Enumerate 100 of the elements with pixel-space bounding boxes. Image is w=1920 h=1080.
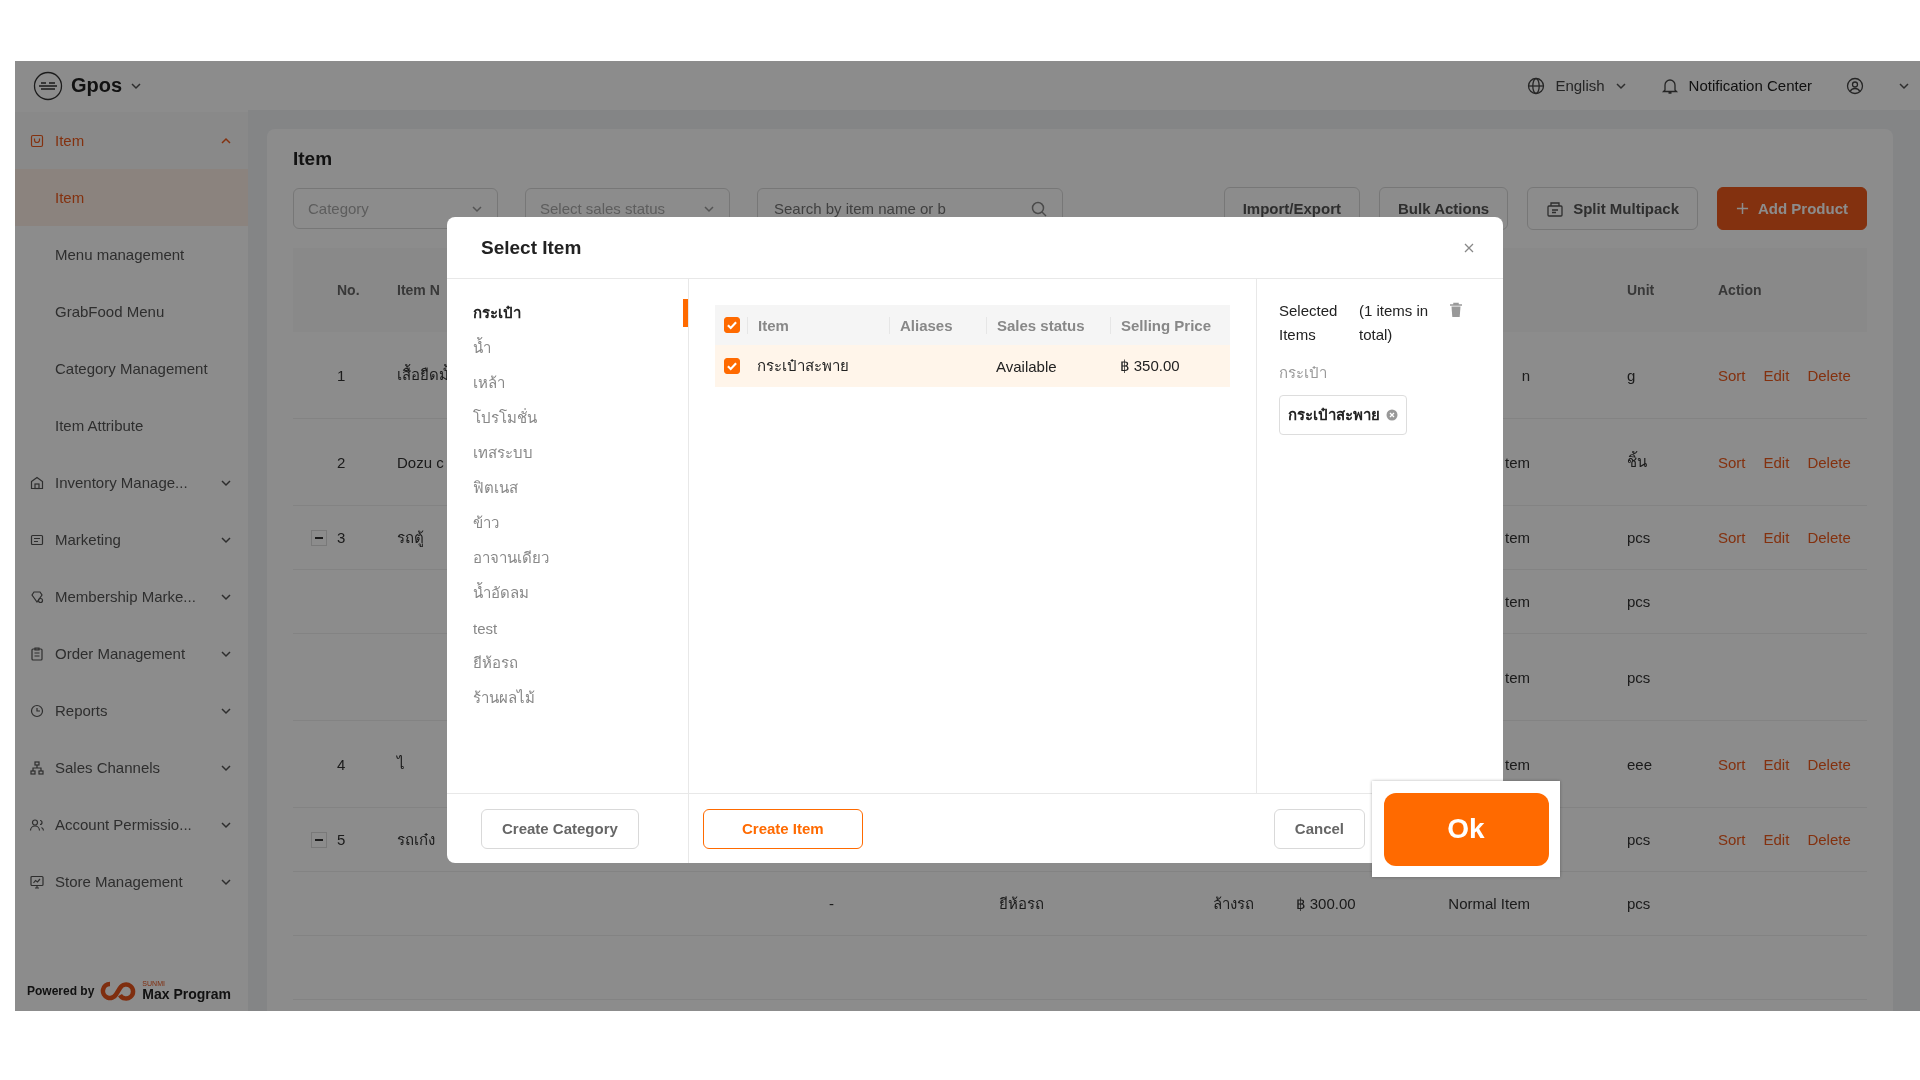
- brand-name[interactable]: Gpos: [71, 74, 123, 97]
- sidebar-group[interactable]: Account Permissio...: [15, 796, 248, 853]
- column-header: Item N: [397, 282, 440, 298]
- plus-icon: [1736, 202, 1749, 215]
- column-header: No.: [336, 282, 360, 298]
- table-cell: Dozu c: [397, 453, 444, 471]
- category-item[interactable]: ข้าว: [447, 509, 688, 537]
- globe-icon[interactable]: [1527, 76, 1546, 95]
- table-cell-text: ชิ้น: [1627, 450, 1647, 472]
- logo-icon: [33, 70, 63, 101]
- sidebar-group[interactable]: Reports: [15, 682, 248, 739]
- table-cell: ฿ 300.00: [1296, 894, 1356, 913]
- sidebar-group[interactable]: Sales Channels: [15, 739, 248, 796]
- remove-icon[interactable]: [1386, 409, 1398, 421]
- table-cell: pcs: [1627, 831, 1651, 848]
- table-cell: tem: [1505, 529, 1530, 546]
- row-checkbox[interactable]: [724, 358, 740, 374]
- column-header: Selling Price: [1110, 316, 1230, 334]
- add-product-button[interactable]: Add Product: [1717, 187, 1867, 230]
- bell-icon[interactable]: [1660, 76, 1679, 95]
- package-icon: [1546, 199, 1565, 218]
- select-all-checkbox[interactable]: [724, 317, 740, 333]
- action-link[interactable]: Edit: [1763, 366, 1790, 384]
- item-row[interactable]: กระเป๋าสะพาย Available ฿ 350.00: [715, 345, 1230, 387]
- cancel-button[interactable]: Cancel: [1273, 808, 1365, 849]
- action-link[interactable]: Sort: [1718, 453, 1746, 471]
- table-cell: g: [1627, 366, 1636, 384]
- action-link[interactable]: Edit: [1763, 755, 1790, 773]
- category-item[interactable]: เทสระบบ: [447, 439, 688, 467]
- gem-icon: [29, 588, 45, 605]
- sidebar-item[interactable]: Category Management: [15, 340, 248, 397]
- action-link[interactable]: Edit: [1763, 529, 1790, 546]
- create-category-button[interactable]: Create Category: [481, 808, 639, 849]
- language-selector[interactable]: English: [1555, 77, 1605, 94]
- selected-tag[interactable]: กระเป๋าสะพาย: [1279, 395, 1407, 435]
- sidebar-group[interactable]: Store Management: [15, 853, 248, 910]
- clock-icon: [29, 702, 45, 719]
- table-cell: -: [829, 895, 834, 912]
- sidebar-group[interactable]: Marketing: [15, 511, 248, 568]
- user-icon[interactable]: [1846, 76, 1864, 95]
- category-item[interactable]: น้ำอัดลม: [447, 579, 688, 607]
- sidebar-group[interactable]: Inventory Manage...: [15, 454, 248, 511]
- tag-icon: [29, 132, 45, 149]
- notification-center-link[interactable]: Notification Center: [1688, 77, 1812, 94]
- category-item[interactable]: กระเป๋า: [447, 299, 688, 327]
- sidebar-item[interactable]: Item Attribute: [15, 397, 248, 454]
- sidebar-item[interactable]: Menu management: [15, 226, 248, 283]
- action-link[interactable]: Sort: [1718, 755, 1746, 773]
- infinity-logo-icon: [100, 980, 137, 1001]
- row-number: 3: [337, 529, 346, 546]
- category-item[interactable]: ฟิตเนส: [447, 474, 688, 502]
- house-icon: [29, 474, 45, 491]
- action-link[interactable]: Sort: [1718, 366, 1746, 384]
- clipboard-icon: [29, 645, 45, 662]
- powered-by-label: Powered by: [27, 983, 95, 998]
- category-item[interactable]: ยีห้อรถ: [447, 649, 688, 677]
- action-link[interactable]: Edit: [1763, 453, 1790, 471]
- column-header: Unit: [1627, 282, 1655, 298]
- split-multipack-button[interactable]: Split Multipack: [1527, 187, 1698, 230]
- ok-button[interactable]: Ok: [1383, 792, 1549, 866]
- action-link[interactable]: Sort: [1718, 831, 1746, 848]
- category-item[interactable]: ร้านผลไม้: [447, 684, 688, 712]
- table-cell: tem: [1505, 593, 1530, 610]
- table-cell-text: ยีห้อรถ: [999, 893, 1044, 914]
- column-header: Action: [1717, 282, 1762, 298]
- sidebar-item[interactable]: GrabFood Menu: [15, 283, 248, 340]
- collapse-toggle[interactable]: [311, 831, 327, 848]
- monitor-icon: [29, 873, 45, 890]
- action-link[interactable]: Delete: [1807, 453, 1851, 471]
- collapse-toggle[interactable]: [311, 529, 327, 546]
- sidebar-group[interactable]: Membership Marke...: [15, 568, 248, 625]
- column-header: Sales status: [986, 316, 1110, 334]
- table-cell-text: กระเป๋าสะพาย: [756, 356, 850, 376]
- close-icon[interactable]: [1463, 241, 1475, 254]
- category-item[interactable]: test: [447, 614, 688, 642]
- sidebar-item[interactable]: Item: [15, 169, 248, 226]
- category-item[interactable]: เหล้า: [447, 369, 688, 397]
- action-link[interactable]: Delete: [1807, 755, 1851, 773]
- sidebar-group[interactable]: Order Management: [15, 625, 248, 682]
- category-item[interactable]: โปรโมชั่น: [447, 404, 688, 432]
- table-cell: pcs: [1627, 895, 1651, 912]
- row-number: 5: [337, 831, 346, 848]
- selected-count: (1 items in total): [1359, 301, 1430, 345]
- column-header: Aliases: [889, 316, 986, 334]
- table-cell: pcs: [1627, 529, 1651, 546]
- category-item[interactable]: น้ำ: [447, 334, 688, 362]
- table-cell-text: รถตู้: [397, 527, 424, 549]
- brand-name: Max Program: [142, 987, 232, 1001]
- table-cell-text: Available: [995, 357, 1058, 375]
- table-cell: eee: [1627, 755, 1653, 773]
- create-item-button[interactable]: Create Item: [703, 808, 863, 849]
- action-link[interactable]: Delete: [1807, 366, 1851, 384]
- action-link[interactable]: Edit: [1763, 831, 1790, 848]
- trash-icon[interactable]: [1449, 302, 1463, 318]
- action-link[interactable]: Delete: [1807, 831, 1851, 848]
- action-link[interactable]: Sort: [1718, 529, 1746, 546]
- table-cell-text: ล้างรถ: [1213, 893, 1254, 914]
- action-link[interactable]: Delete: [1807, 529, 1851, 546]
- group-label: กระเป๋า: [1279, 363, 1328, 383]
- category-item[interactable]: อาจานเดียว: [447, 544, 688, 572]
